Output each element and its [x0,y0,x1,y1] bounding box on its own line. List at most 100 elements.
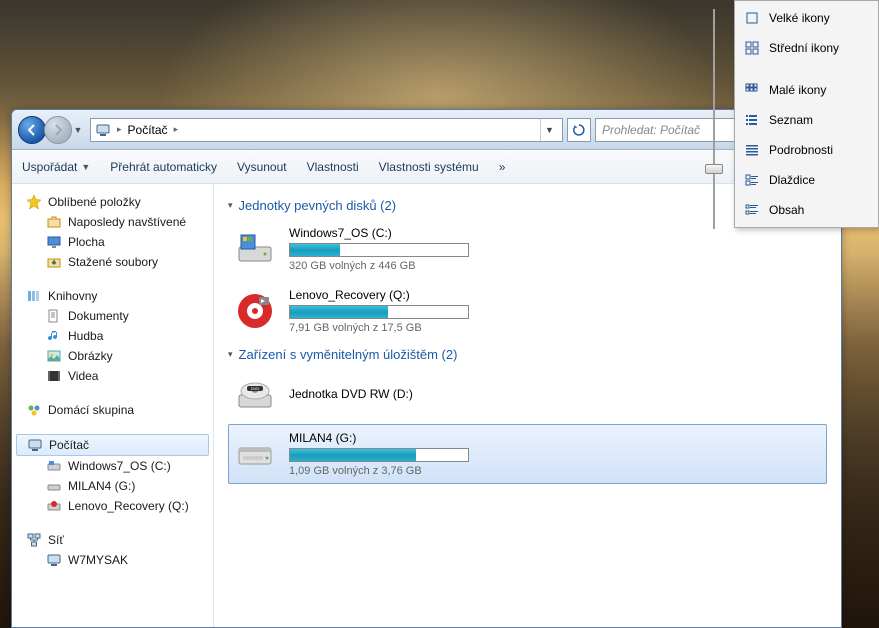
search-placeholder: Prohledat: Počítač [602,123,700,137]
view-mode-menu: Velké ikony Střední ikony Malé ikony Sez… [734,0,879,228]
recent-icon [46,214,62,230]
sidebar-item-label: Naposledy navštívené [68,215,186,229]
videos-icon [46,368,62,384]
titlebar: ▼ ▸ Počítač ▸ ▼ Prohledat: Počítač [12,110,841,150]
breadcrumb-root[interactable]: Počítač [124,123,172,137]
drive-item-d[interactable]: DVD Jednotka DVD RW (D:) [228,368,827,422]
eject-button[interactable]: Vysunout [237,160,287,174]
chevron-right-icon: ▸ [115,124,124,135]
computer-icon [46,552,62,568]
libraries-header[interactable]: Knihovny [12,286,213,306]
drive-item-q[interactable]: Lenovo_Recovery (Q:) 7,91 GB volných z 1… [228,281,827,341]
capacity-bar [289,448,469,462]
list-icon [743,111,761,129]
svg-text:DVD: DVD [251,386,260,391]
sidebar-item-label: Videa [68,369,98,383]
desktop-icon [46,234,62,250]
sidebar-item-desktop[interactable]: Plocha [12,232,213,252]
sidebar-item-label: Obrázky [68,349,113,363]
sidebar-item-label: Hudba [68,329,103,343]
menu-item-list[interactable]: Seznam [737,105,876,135]
drive-removable-icon [233,434,277,474]
sidebar-item-videos[interactable]: Videa [12,366,213,386]
sidebar-item-pictures[interactable]: Obrázky [12,346,213,366]
content-pane: ▾ Jednotky pevných disků (2) Windows7_OS… [214,184,841,627]
small-icons-icon [743,81,761,99]
drive-icon [46,458,62,474]
address-bar[interactable]: ▸ Počítač ▸ ▼ [90,118,563,142]
sidebar-item-label: Windows7_OS (C:) [68,459,171,473]
homegroup-header[interactable]: Domácí skupina [12,400,213,420]
menu-item-large-icons[interactable]: Velké ikony [737,3,876,33]
drive-hdd-icon [233,229,277,269]
address-dropdown[interactable]: ▼ [540,119,558,141]
drive-item-c[interactable]: Windows7_OS (C:) 320 GB volných z 446 GB [228,219,827,279]
pictures-icon [46,348,62,364]
medium-icons-icon [743,39,761,57]
menu-item-tiles[interactable]: Dlaždice [737,165,876,195]
menu-item-small-icons[interactable]: Malé ikony [737,75,876,105]
capacity-bar [289,243,469,257]
sidebar-item-label: Lenovo_Recovery (Q:) [68,499,189,513]
collapse-icon: ▾ [228,200,233,211]
network-label: Síť [48,533,64,547]
star-icon [26,194,42,210]
sidebar-item-network-pc[interactable]: W7MYSAK [12,550,213,570]
refresh-button[interactable] [567,118,591,142]
group-header-removable[interactable]: ▾ Zařízení s vyměnitelným úložištěm (2) [228,343,827,366]
sidebar-item-drive-g[interactable]: MILAN4 (G:) [12,476,213,496]
menu-item-medium-icons[interactable]: Střední ikony [737,33,876,63]
navigation-pane: Oblíbené položky Naposledy navštívené Pl… [12,184,214,627]
computer-header[interactable]: Počítač [16,434,209,456]
back-button[interactable] [18,116,46,144]
autoplay-button[interactable]: Přehrát automaticky [110,160,217,174]
drive-item-g[interactable]: MILAN4 (G:) 1,09 GB volných z 3,76 GB [228,424,827,484]
sidebar-item-label: MILAN4 (G:) [68,479,135,493]
computer-label: Počítač [49,438,89,452]
drive-free-text: 1,09 GB volných z 3,76 GB [289,465,479,477]
sidebar-item-label: Plocha [68,235,105,249]
computer-icon [27,437,43,453]
nav-buttons: ▼ [18,116,84,144]
documents-icon [46,308,62,324]
sidebar-item-drive-c[interactable]: Windows7_OS (C:) [12,456,213,476]
organize-button[interactable]: Uspořádat▼ [22,160,90,174]
properties-button[interactable]: Vlastnosti [307,160,359,174]
libraries-icon [26,288,42,304]
tiles-icon [743,171,761,189]
favorites-header[interactable]: Oblíbené položky [12,192,213,212]
nav-history-dropdown[interactable]: ▼ [72,116,84,144]
more-button[interactable]: » [499,160,506,174]
downloads-icon [46,254,62,270]
network-header[interactable]: Síť [12,530,213,550]
menu-item-details[interactable]: Podrobnosti [737,135,876,165]
sidebar-item-label: Stažené soubory [68,255,158,269]
system-properties-button[interactable]: Vlastnosti systému [379,160,479,174]
drive-icon [46,498,62,514]
music-icon [46,328,62,344]
sidebar-item-music[interactable]: Hudba [12,326,213,346]
sidebar-item-drive-q[interactable]: Lenovo_Recovery (Q:) [12,496,213,516]
drive-icon [46,478,62,494]
chevron-right-icon: ▸ [172,124,181,135]
sidebar-item-label: Dokumenty [68,309,129,323]
computer-icon [95,122,111,138]
drive-free-text: 7,91 GB volných z 17,5 GB [289,322,479,334]
drive-name: Windows7_OS (C:) [289,226,479,240]
drive-dvd-icon: DVD [233,375,277,415]
menu-item-content[interactable]: Obsah [737,195,876,225]
content-icon [743,201,761,219]
favorites-label: Oblíbené položky [48,195,141,209]
sidebar-item-downloads[interactable]: Stažené soubory [12,252,213,272]
sidebar-item-documents[interactable]: Dokumenty [12,306,213,326]
libraries-label: Knihovny [48,289,97,303]
drive-recovery-icon [233,291,277,331]
sidebar-item-recent[interactable]: Naposledy navštívené [12,212,213,232]
sidebar-item-label: W7MYSAK [68,553,128,567]
large-icons-icon [743,9,761,27]
drive-free-text: 320 GB volných z 446 GB [289,260,479,272]
forward-button[interactable] [44,116,72,144]
capacity-bar [289,305,469,319]
network-icon [26,532,42,548]
homegroup-label: Domácí skupina [48,403,134,417]
